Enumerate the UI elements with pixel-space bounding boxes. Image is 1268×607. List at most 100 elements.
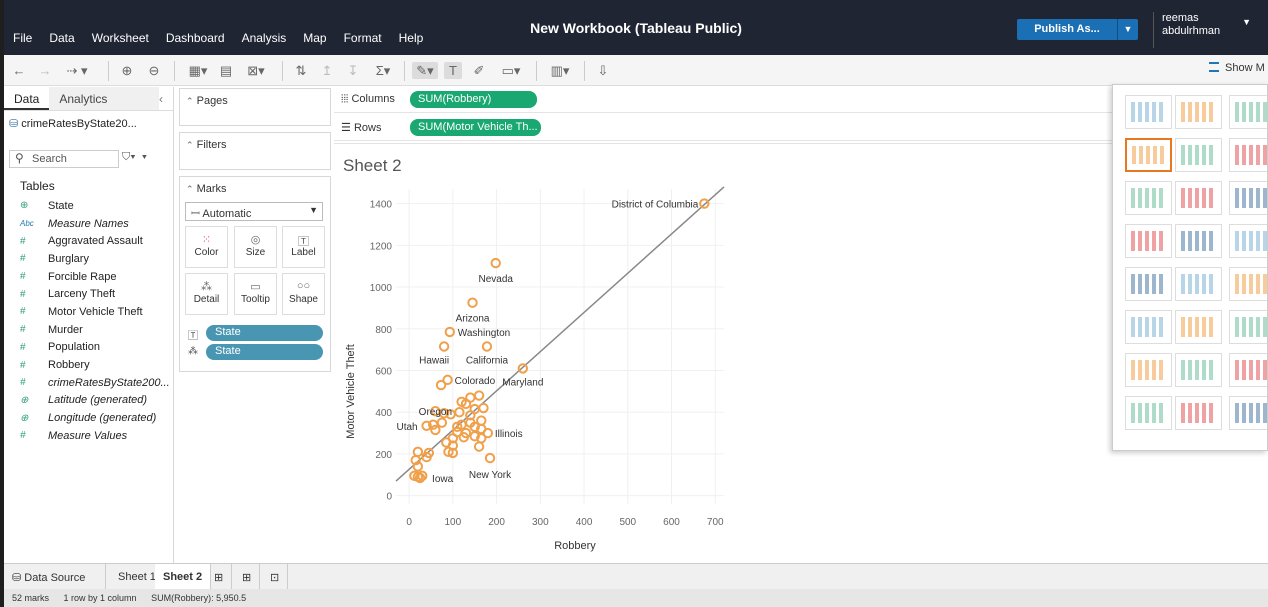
show-labels-icon[interactable]: T <box>444 62 462 79</box>
columns-pill[interactable]: SUM(Robbery) <box>410 91 537 108</box>
datasource-item[interactable]: ⛁ crimeRatesByState20... <box>9 117 137 130</box>
format-icon[interactable]: ✐ <box>472 62 486 79</box>
presentation-icon[interactable]: ▥▾ <box>546 62 574 79</box>
field-item[interactable]: ⊕ Longitude (generated) <box>20 409 170 427</box>
show-me-chart-option[interactable] <box>1125 267 1172 301</box>
sort-descending-icon[interactable]: ↧ <box>346 62 360 79</box>
data-point[interactable] <box>467 297 478 308</box>
show-me-chart-option[interactable] <box>1229 353 1267 387</box>
expand-icon[interactable]: ⌃ <box>186 140 194 150</box>
duplicate-sheet-icon[interactable]: ▤ <box>218 62 234 79</box>
sort-ascending-icon[interactable]: ↥ <box>320 62 334 79</box>
show-me-chart-option[interactable] <box>1229 224 1267 258</box>
mark-type-select[interactable]: ꟷ Automatic ▼ <box>185 202 323 221</box>
expand-icon[interactable]: ⌃ <box>186 184 194 194</box>
data-point[interactable] <box>517 363 529 374</box>
data-point[interactable] <box>473 390 485 401</box>
data-point[interactable] <box>430 424 441 436</box>
collapse-pane-icon[interactable]: ‹ <box>159 87 173 110</box>
chevron-down-icon[interactable]: ▼ <box>1242 16 1251 29</box>
data-point[interactable] <box>473 441 485 452</box>
show-me-chart-option[interactable] <box>1175 396 1222 430</box>
new-story-icon[interactable]: ⊡ <box>262 564 288 590</box>
field-item[interactable]: ⊕ Latitude (generated) <box>20 392 170 410</box>
data-point[interactable] <box>436 417 448 428</box>
detail-button[interactable]: ⁂ Detail <box>185 273 228 315</box>
menu-item-map[interactable]: Map <box>303 31 326 45</box>
field-item[interactable]: # Measure Values <box>20 427 170 445</box>
clear-sheet-icon[interactable]: ⊠▾ <box>244 62 268 79</box>
field-item[interactable]: # Population <box>20 339 170 357</box>
field-item[interactable]: # Motor Vehicle Theft <box>20 303 170 321</box>
swap-icon[interactable]: ⇅ <box>294 62 308 79</box>
pages-card[interactable]: ⌃ Pages <box>179 88 331 126</box>
back-icon[interactable]: ← <box>12 62 26 79</box>
user-menu[interactable]: reemas abdulrhman ▼ <box>1153 12 1253 48</box>
data-point[interactable] <box>435 379 447 391</box>
menu-item-data[interactable]: Data <box>49 31 74 45</box>
field-item[interactable]: # Robbery <box>20 356 170 374</box>
show-me-chart-option[interactable] <box>1175 181 1222 215</box>
filters-card[interactable]: ⌃ Filters <box>179 132 331 170</box>
tab-sheet-2[interactable]: Sheet 2 <box>155 564 212 590</box>
shape-button[interactable]: ○○ Shape <box>282 273 325 315</box>
new-datasource-icon[interactable]: ⊕ <box>120 62 134 79</box>
field-item[interactable]: # Aggravated Assault <box>20 232 170 250</box>
chevron-down-icon[interactable]: ▼ <box>309 205 318 215</box>
field-item[interactable]: # Forcible Rape <box>20 268 170 286</box>
show-me-chart-option[interactable] <box>1125 95 1172 129</box>
field-item[interactable]: ⊕ State <box>20 197 170 215</box>
show-me-chart-option[interactable] <box>1125 138 1172 172</box>
tooltip-button[interactable]: ▭ Tooltip <box>234 273 277 315</box>
data-point[interactable] <box>438 341 450 352</box>
publish-label[interactable]: Publish As... <box>1017 19 1118 40</box>
data-point[interactable] <box>484 452 496 464</box>
field-item[interactable]: # crimeRatesByState200... <box>20 374 170 392</box>
menu-item-file[interactable]: File <box>13 31 32 45</box>
publish-button[interactable]: Publish As... ▼ <box>1017 19 1138 40</box>
field-item[interactable]: # Murder <box>20 321 170 339</box>
publish-dropdown-icon[interactable]: ▼ <box>1118 19 1138 40</box>
data-point[interactable] <box>478 402 489 414</box>
show-me-chart-option[interactable] <box>1125 353 1172 387</box>
pause-updates-icon[interactable]: ⊖ <box>147 62 161 79</box>
tab-data-source[interactable]: ⛁ Data Source <box>4 564 106 590</box>
rows-pill[interactable]: SUM(Motor Vehicle Th... <box>410 119 541 136</box>
color-button[interactable]: ⁙ Color <box>185 226 228 268</box>
show-me-chart-option[interactable] <box>1175 224 1222 258</box>
show-me-chart-option[interactable] <box>1125 181 1172 215</box>
share-icon[interactable]: ⇩ <box>596 62 610 79</box>
show-me-chart-option[interactable] <box>1229 267 1267 301</box>
show-me-button[interactable]: Show M <box>1209 62 1265 74</box>
show-me-chart-option[interactable] <box>1125 310 1172 344</box>
data-point[interactable] <box>412 446 424 458</box>
field-item[interactable]: # Burglary <box>20 250 170 268</box>
menu-item-dashboard[interactable]: Dashboard <box>166 31 225 45</box>
field-item[interactable]: Abc Measure Names <box>20 215 170 233</box>
menu-item-analysis[interactable]: Analysis <box>242 31 287 45</box>
tab-analytics[interactable]: Analytics <box>49 87 159 110</box>
totals-icon[interactable]: Σ▾ <box>372 62 394 79</box>
menu-item-worksheet[interactable]: Worksheet <box>92 31 149 45</box>
field-item[interactable]: # Larceny Theft <box>20 285 170 303</box>
expand-icon[interactable]: ⌃ <box>186 96 194 106</box>
show-me-chart-option[interactable] <box>1175 353 1222 387</box>
size-button[interactable]: ◎ Size <box>234 226 277 268</box>
show-me-chart-option[interactable] <box>1125 224 1172 258</box>
show-me-chart-option[interactable] <box>1229 181 1267 215</box>
menu-item-format[interactable]: Format <box>344 31 382 45</box>
new-dashboard-icon[interactable]: ⊞ <box>234 564 260 590</box>
show-me-chart-option[interactable] <box>1175 310 1222 344</box>
show-me-chart-option[interactable] <box>1175 267 1222 301</box>
fit-icon[interactable]: ▭▾ <box>498 62 524 79</box>
show-me-chart-option[interactable] <box>1175 138 1222 172</box>
data-point[interactable] <box>490 257 501 269</box>
redo-icon[interactable]: ⇢ ▾ <box>62 62 92 79</box>
show-me-chart-option[interactable] <box>1229 310 1267 344</box>
search-input[interactable]: ⚲ Search <box>9 150 119 168</box>
label-state-pill[interactable]: State <box>206 325 323 341</box>
show-me-chart-option[interactable] <box>1229 95 1267 129</box>
show-me-chart-option[interactable] <box>1229 396 1267 430</box>
new-worksheet-icon[interactable]: ▦▾ <box>186 62 210 79</box>
show-me-chart-option[interactable] <box>1175 95 1222 129</box>
